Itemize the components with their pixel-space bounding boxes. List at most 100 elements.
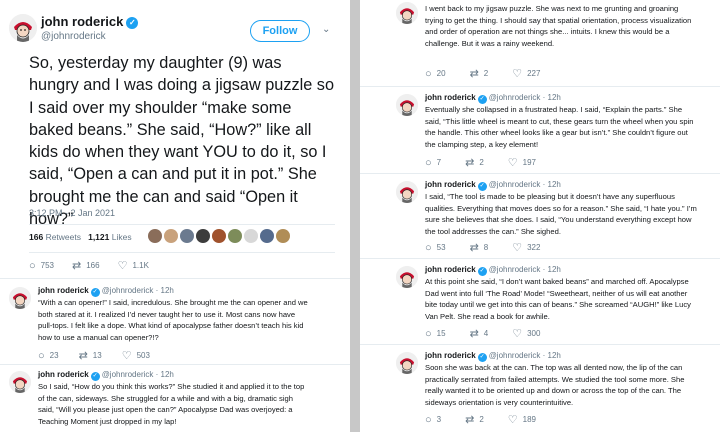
tweet-line: how to use a manual can opener?!? [38,332,159,342]
tweet-line: pull-tops. I felt like a dope. What kind… [38,321,304,331]
author-handle[interactable]: @johnroderick [489,265,541,274]
tweet-time[interactable]: 12h [548,265,561,274]
tweet-line: both stared at it. I realized I’d never … [38,309,296,319]
retweet-icon: ⇄ [465,414,475,426]
tweet-text: I went back to my jigsaw puzzle. She was… [425,3,691,49]
like-button[interactable]: ♡ 1.1K [118,259,149,272]
tweet-actions: ○ 3 ⇄ 2 ♡ 189 [425,413,554,427]
chevron-down-icon[interactable]: ⌄ [322,24,330,35]
liker-avatar[interactable] [228,229,242,243]
retweet-button[interactable]: ⇄ 13 [79,349,102,362]
liker-avatar[interactable] [196,229,210,243]
liker-avatar[interactable] [212,229,226,243]
reply-count: 20 [436,69,446,78]
tweet-line: Teaching Moment just dropped in my lap! [38,416,177,426]
author-handle[interactable]: @johnroderick [489,180,541,189]
author-name[interactable]: john roderick [425,93,476,102]
tweet-time[interactable]: 12h [161,370,174,379]
author-handle[interactable]: @johnroderick [102,370,154,379]
reply-button[interactable]: ○ 53 [425,241,446,254]
like-button[interactable]: ♡ 322 [512,241,540,254]
liker-avatar[interactable] [164,229,178,243]
verified-badge-icon: ✓ [126,17,139,29]
author-name[interactable]: john roderick [425,265,476,274]
tweet-timestamp[interactable]: 3:12 PM - 2 Jan 2021 [29,208,115,218]
author-handle[interactable]: @johnroderick [102,286,154,295]
like-count: 503 [136,351,150,360]
author-name[interactable]: john roderick [38,286,89,295]
liker-avatar[interactable] [260,229,274,243]
right-screenshot-panel: I went back to my jigsaw puzzle. She was… [360,0,720,432]
like-button[interactable]: ♡ 197 [508,156,536,169]
tweet-time[interactable]: 12h [161,286,174,295]
liker-avatar[interactable] [148,229,162,243]
avatar[interactable] [396,352,418,374]
tweet-text: So, yesterday my daughter (9) was hungry… [29,54,335,229]
avatar[interactable] [9,287,31,309]
tweet-line: At this point she said, “I don’t want ba… [425,277,689,286]
reply-count: 53 [436,243,446,252]
like-button[interactable]: ♡ 503 [122,349,150,362]
liker-avatar[interactable] [180,229,194,243]
tweet-actions: ○ 23 ⇄ 13 ♡ 503 [38,349,168,363]
author-name[interactable]: john roderick [38,370,89,379]
author-handle[interactable]: @johnroderick [489,93,541,102]
like-button[interactable]: ♡ 189 [508,413,536,426]
reply-button[interactable]: ○ 20 [425,67,446,80]
tweet-line: said, “Will you please just open the can… [38,405,293,415]
retweets-label: Retweets [45,232,81,242]
divider [360,344,720,345]
reply-button[interactable]: ○ 23 [38,349,59,362]
liker-avatar[interactable] [276,229,290,243]
tweet-line: sure she believes that she does. I said,… [425,215,692,225]
divider [29,224,335,225]
retweet-button[interactable]: ⇄ 2 [465,413,484,426]
divider [360,258,720,259]
tweet-line: really wanted it to be oriented up and d… [425,386,682,396]
reply-button[interactable]: ○ 15 [425,327,446,340]
avatar[interactable] [9,371,31,393]
tweet-actions: ○ 20 ⇄ 2 ♡ 227 [425,67,558,81]
author-handle[interactable]: @johnroderick [41,31,106,42]
retweet-button[interactable]: ⇄ 2 [465,156,484,169]
avatar-image [9,287,31,309]
liker-avatar[interactable] [244,229,258,243]
tweet-text: I said, “The tool is made to be pleasing… [425,191,697,237]
reply-button[interactable]: ○ 7 [425,156,441,169]
author-name[interactable]: john roderick ✓ [41,14,139,29]
verified-badge-icon: ✓ [477,353,487,362]
author-handle[interactable]: @johnroderick [489,351,541,360]
avatar[interactable] [396,181,418,203]
panel-divider [350,0,360,432]
separator: · [153,286,161,295]
like-button[interactable]: ♡ 227 [512,67,540,80]
separator: · [153,370,161,379]
tweet-header: john roderick ✓ @johnroderick · 12h [38,370,174,381]
tweet-line: Van Pelt. She read a book for awhile. [425,311,550,321]
tweet-time[interactable]: 12h [548,351,561,360]
avatar[interactable] [396,2,418,24]
tweet-line: bite today until we get into this can of… [425,300,691,310]
retweet-button[interactable]: ⇄ 2 [470,67,489,80]
likes-stat[interactable]: 1,121 Likes [88,232,132,242]
avatar[interactable] [396,94,418,116]
author-name[interactable]: john roderick [425,180,476,189]
reply-icon: ○ [29,259,36,272]
separator: · [540,265,548,274]
divider [0,364,350,365]
reply-button[interactable]: ○ 3 [425,413,441,426]
tweet-time[interactable]: 12h [548,93,561,102]
like-button[interactable]: ♡ 300 [512,327,540,340]
retweet-button[interactable]: ⇄ 166 [72,259,100,272]
avatar[interactable] [396,266,418,288]
retweets-stat[interactable]: 166 Retweets [29,232,81,242]
avatar[interactable] [9,14,37,42]
tweet-header: john roderick ✓ @johnroderick · 12h [425,93,561,104]
retweet-button[interactable]: ⇄ 4 [470,327,489,340]
tweet-time[interactable]: 12h [548,180,561,189]
retweet-button[interactable]: ⇄ 8 [470,241,489,254]
follow-button[interactable]: Follow [250,20,310,42]
tweet-line: sideways orientation is very counterintu… [425,397,574,407]
author-name[interactable]: john roderick [425,351,476,360]
reply-button[interactable]: ○ 753 [29,259,54,272]
